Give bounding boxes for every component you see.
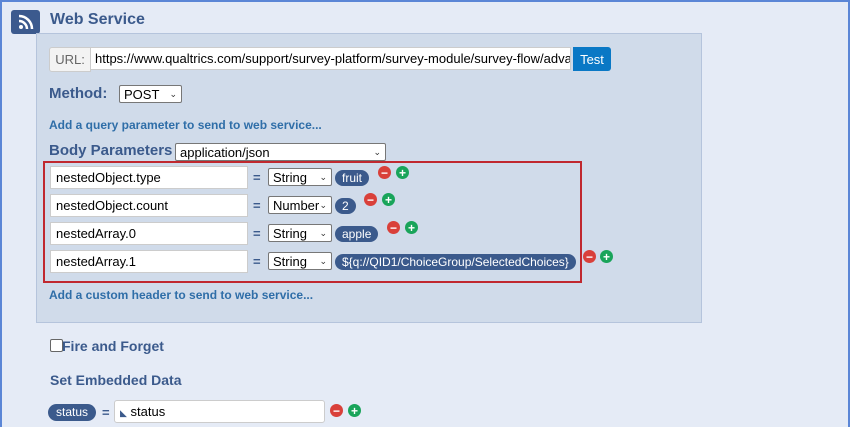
equals-sign: = [253, 254, 261, 269]
element-title: Web Service [50, 11, 145, 28]
param-type-select[interactable]: String ⌄ [268, 252, 332, 270]
add-icon[interactable]: + [382, 193, 395, 206]
equals-sign: = [253, 226, 261, 241]
remove-icon[interactable]: − [583, 250, 596, 263]
chevron-down-icon: ⌄ [319, 199, 327, 210]
param-value-pill[interactable]: apple [335, 226, 379, 242]
equals-sign: = [253, 198, 261, 213]
test-button[interactable]: Test [573, 47, 611, 71]
add-query-parameter-link[interactable]: Add a query parameter to send to web ser… [49, 118, 322, 132]
chevron-down-icon: ⌄ [319, 171, 327, 182]
add-icon[interactable]: + [396, 166, 409, 179]
body-parameters-label: Body Parameters [49, 142, 173, 159]
param-key-input[interactable]: nestedObject.type [50, 166, 248, 189]
embedded-field-pill[interactable]: status [48, 404, 97, 421]
param-type-select[interactable]: String ⌄ [268, 224, 332, 242]
param-key-input[interactable]: nestedArray.0 [50, 222, 248, 245]
type-value: String [273, 253, 307, 269]
method-select[interactable]: POST ⌄ [119, 85, 182, 103]
fire-and-forget-label: Fire and Forget [62, 338, 164, 354]
embedded-value: status [130, 404, 166, 419]
param-key-input[interactable]: nestedObject.count [50, 194, 248, 217]
chevron-down-icon: ⌄ [319, 255, 327, 266]
method-label: Method: [49, 85, 108, 102]
type-value: Number [273, 197, 320, 213]
add-icon[interactable]: + [348, 404, 361, 417]
rss-icon: ◣ [120, 408, 127, 418]
param-type-select[interactable]: String ⌄ [268, 168, 332, 186]
param-value-pill[interactable]: fruit [335, 170, 370, 186]
content-type-value: application/json [180, 144, 270, 160]
add-icon[interactable]: + [405, 221, 418, 234]
chevron-down-icon: ⌄ [319, 227, 327, 238]
remove-icon[interactable]: − [364, 193, 377, 206]
chevron-down-icon: ⌄ [169, 88, 177, 99]
remove-icon[interactable]: − [378, 166, 391, 179]
content-type-select[interactable]: application/json ⌄ [175, 143, 386, 161]
remove-icon[interactable]: − [330, 404, 343, 417]
add-icon[interactable]: + [600, 250, 613, 263]
param-value-pill[interactable]: 2 [335, 198, 356, 214]
add-custom-header-link[interactable]: Add a custom header to send to web servi… [49, 288, 313, 302]
equals-sign: = [102, 405, 110, 420]
equals-sign: = [253, 170, 261, 185]
embedded-value-input[interactable]: ◣ status [114, 400, 325, 423]
method-value: POST [124, 86, 160, 102]
remove-icon[interactable]: − [387, 221, 400, 234]
type-value: String [273, 225, 307, 241]
url-input[interactable]: https://www.qualtrics.com/support/survey… [90, 47, 571, 70]
param-value-pill[interactable]: ${q://QID1/ChoiceGroup/SelectedChoices} [335, 254, 576, 270]
type-value: String [273, 169, 307, 185]
rss-icon [11, 10, 40, 34]
url-label: URL: [49, 47, 91, 72]
param-key-input[interactable]: nestedArray.1 [50, 250, 248, 273]
param-type-select[interactable]: Number ⌄ [268, 196, 332, 214]
set-embedded-data-label: Set Embedded Data [50, 372, 182, 388]
chevron-down-icon: ⌄ [373, 146, 381, 157]
